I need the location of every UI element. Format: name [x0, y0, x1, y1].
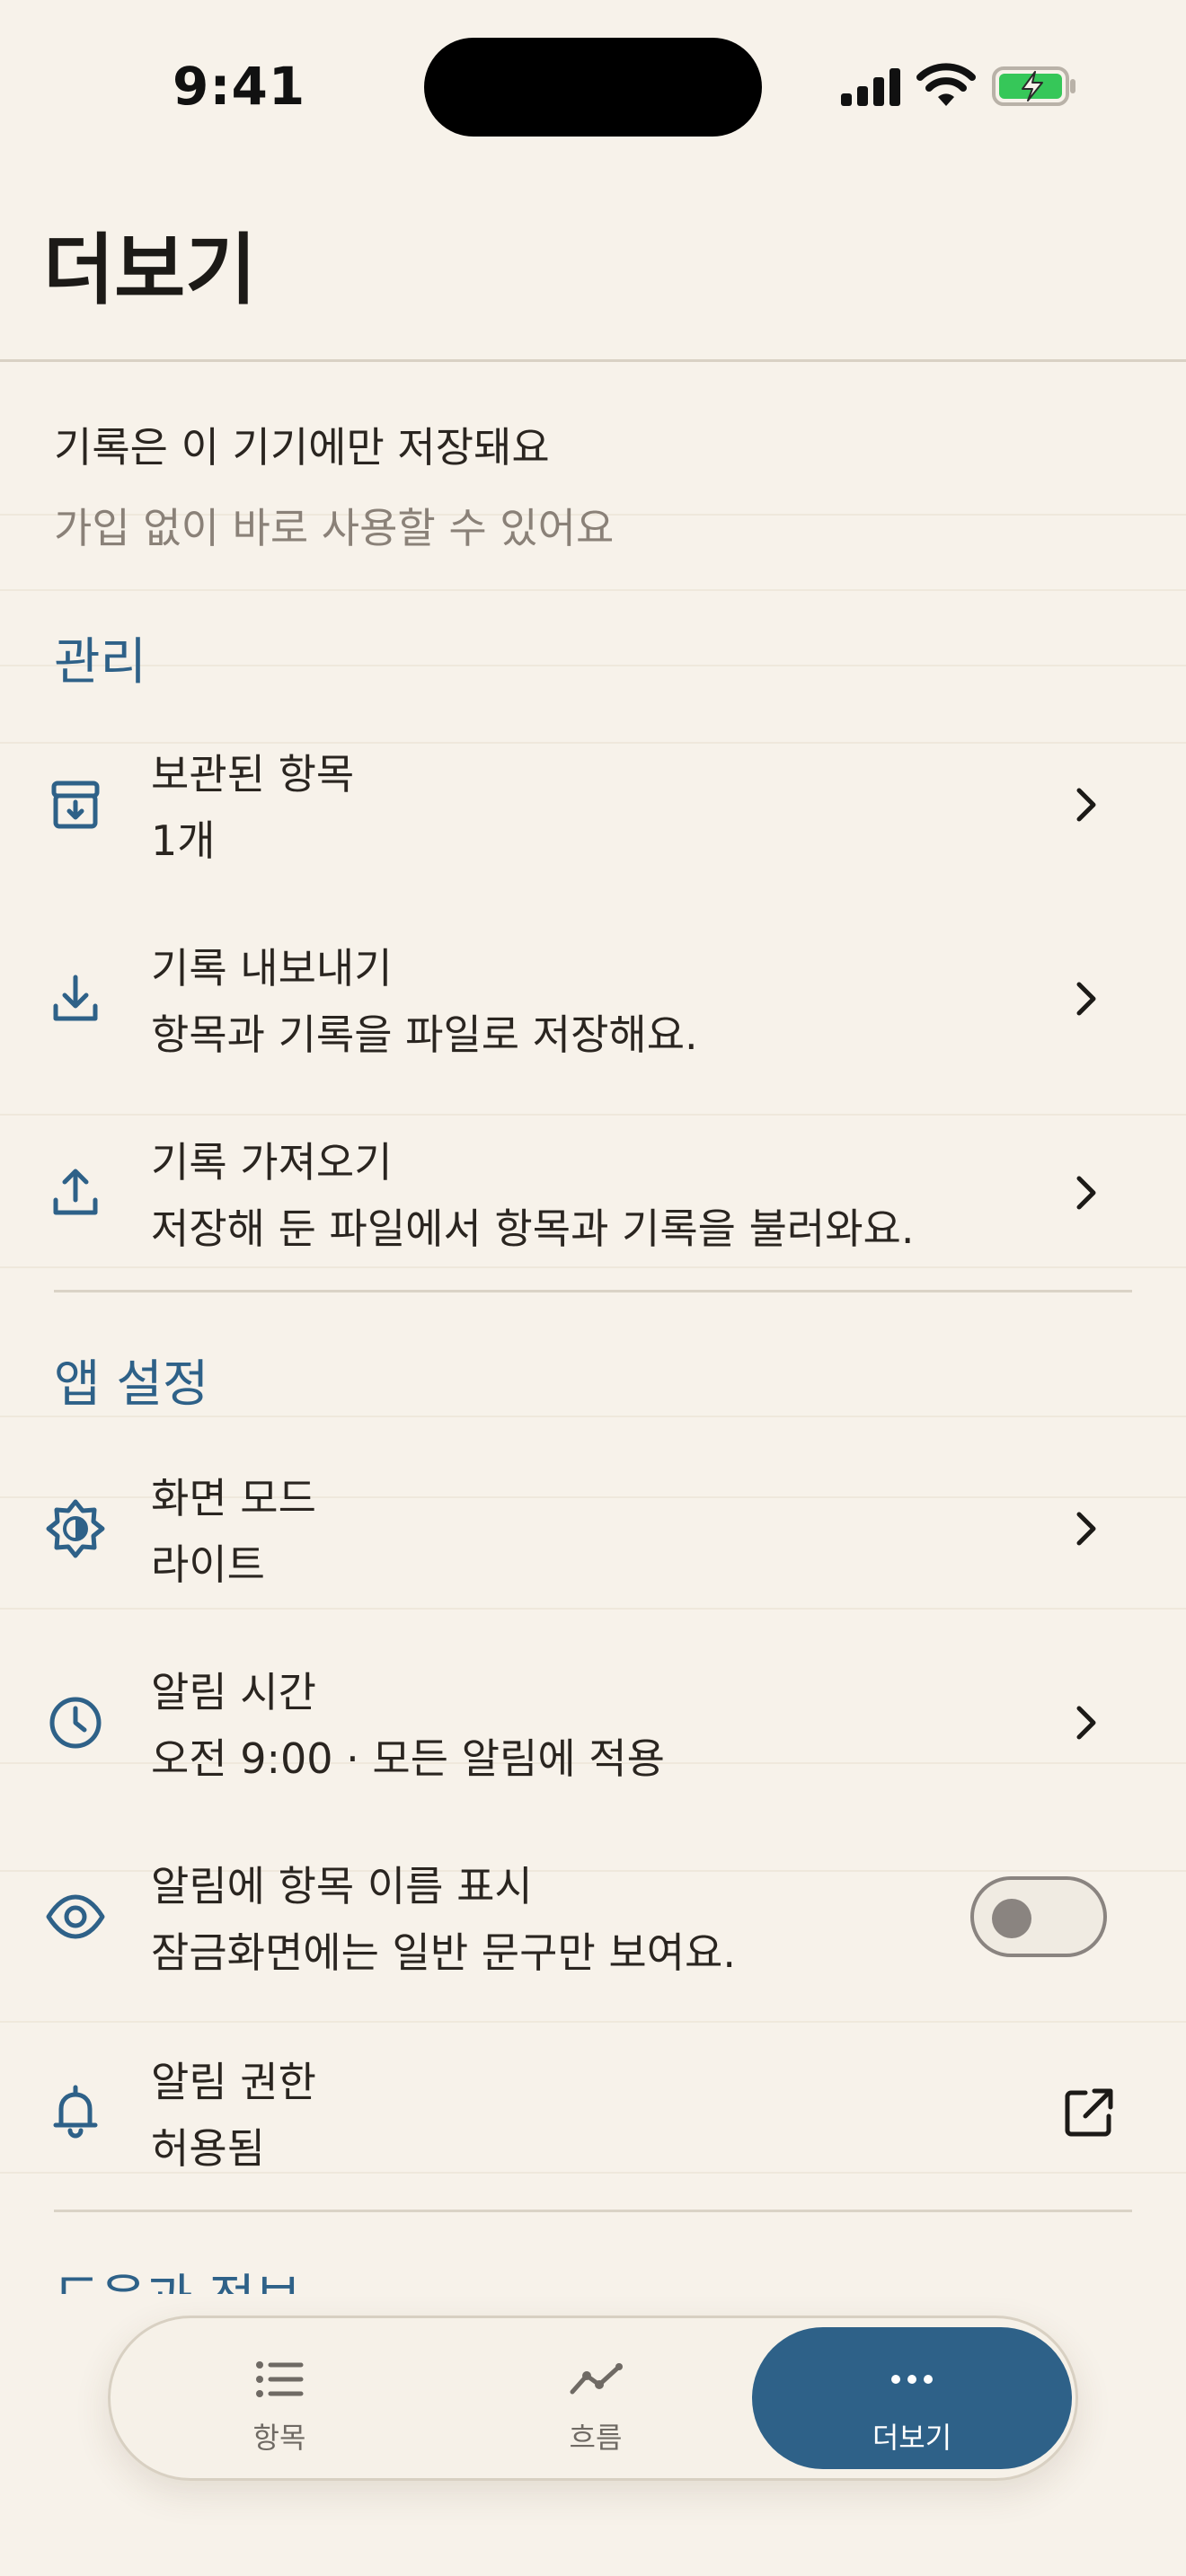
chevron-right-icon [1076, 1706, 1096, 1740]
download-icon [53, 975, 98, 1021]
section-title-manage: 관리 [54, 633, 147, 692]
archived-items-row[interactable]: 보관된 항목 1개 [0, 715, 1186, 895]
import-records-row[interactable]: 기록 가져오기 저장해 둔 파일에서 항목과 기록을 불러와요. [0, 1103, 1186, 1283]
header-divider [0, 359, 1186, 362]
wifi-icon [916, 63, 976, 106]
page-title: 더보기 [43, 225, 257, 315]
notification-permission-row[interactable]: 알림 권한 허용됨 [0, 2023, 1186, 2202]
row-subtitle: 저장해 둔 파일에서 항목과 기록을 불러와요. [151, 1204, 915, 1253]
row-subtitle: 1개 [151, 816, 216, 865]
section-title-app-settings: 앱 설정 [54, 1355, 209, 1414]
chevron-right-icon [1076, 788, 1096, 822]
cellular-signal-icon [841, 66, 902, 106]
toggle-knob [992, 1899, 1031, 1938]
row-title: 화면 모드 [151, 1474, 316, 1522]
section-divider [54, 1290, 1132, 1292]
eye-icon [46, 1894, 105, 1939]
row-title: 알림 권한 [151, 2058, 316, 2106]
trend-icon [570, 2363, 623, 2395]
show-item-name-toggle[interactable] [970, 1876, 1107, 1957]
storage-notice: 기록은 이 기기에만 저장돼요 [54, 423, 550, 472]
row-title: 알림에 항목 이름 표시 [151, 1862, 533, 1910]
tab-label: 항목 [252, 2421, 306, 2455]
row-title: 보관된 항목 [151, 750, 355, 798]
no-signup-notice: 가입 없이 바로 사용할 수 있어요 [54, 504, 615, 552]
export-records-row[interactable]: 기록 내보내기 항목과 기록을 파일로 저장해요. [0, 909, 1186, 1089]
tab-items[interactable]: 항목 [119, 2327, 439, 2469]
list-icon [256, 2361, 304, 2397]
clock-icon [49, 1697, 102, 1749]
upload-icon [53, 1169, 98, 1215]
chevron-right-icon [1076, 1176, 1096, 1210]
display-mode-row[interactable]: 화면 모드 라이트 [0, 1439, 1186, 1619]
brightness-icon [46, 1499, 105, 1558]
tab-flow[interactable]: 흐름 [436, 2327, 756, 2469]
archive-icon [51, 781, 100, 829]
chevron-right-icon [1076, 1512, 1096, 1546]
tab-label: 더보기 [872, 2421, 952, 2455]
row-subtitle: 라이트 [151, 1540, 265, 1589]
row-title: 기록 내보내기 [151, 944, 393, 992]
show-item-name-row: 알림에 항목 이름 표시 잠금화면에는 일반 문구만 보여요. [0, 1827, 1186, 2007]
dynamic-island [424, 38, 762, 137]
tab-label: 흐름 [569, 2421, 623, 2455]
row-title: 알림 시간 [151, 1668, 316, 1716]
row-title: 기록 가져오기 [151, 1138, 393, 1187]
row-subtitle: 오전 9:00 · 모든 알림에 적용 [151, 1734, 665, 1783]
section-divider [54, 2210, 1132, 2212]
notification-time-row[interactable]: 알림 시간 오전 9:00 · 모든 알림에 적용 [0, 1633, 1186, 1813]
tab-more[interactable]: 더보기 [752, 2327, 1072, 2469]
row-subtitle: 허용됨 [151, 2124, 265, 2173]
section-title-help: 도움과 정보 [54, 2263, 301, 2294]
row-subtitle: 잠금화면에는 일반 문구만 보여요. [151, 1928, 736, 1977]
bell-icon [53, 2085, 98, 2139]
more-icon [891, 2375, 933, 2384]
tab-bar: 항목 흐름 더보기 [108, 2316, 1078, 2481]
row-subtitle: 항목과 기록을 파일로 저장해요. [151, 1010, 698, 1059]
battery-charging-icon [992, 66, 1075, 106]
chevron-right-icon [1076, 982, 1096, 1016]
external-link-icon [1065, 2088, 1113, 2137]
status-time: 9:41 [173, 56, 306, 117]
